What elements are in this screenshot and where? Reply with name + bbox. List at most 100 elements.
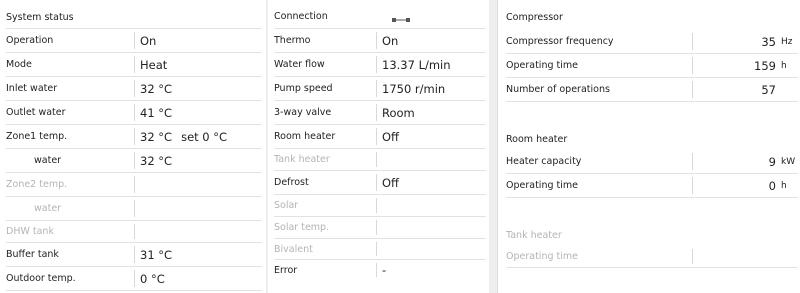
system-status-title: System status [6, 11, 74, 23]
row-label: Zone2 temp. [6, 179, 68, 190]
value-number: 35 [761, 34, 776, 49]
row-value: Off [376, 128, 399, 145]
row-label: Operating time [506, 60, 578, 71]
connection-plug-icon [392, 18, 410, 22]
row-label: Buffer tank [6, 249, 59, 260]
row-value [376, 220, 382, 235]
row-label: Room heater [274, 131, 336, 142]
tank-heater-title: Tank heater [506, 230, 562, 241]
operation-state-panel: Connection Thermo On Water flow 13.37 L/… [268, 0, 489, 293]
row-label: Operating time [506, 180, 578, 191]
state-row-room-heater: Room heater Off [274, 125, 486, 149]
row-value: 35 Hz [692, 33, 798, 50]
row-label: 3-way valve [274, 107, 332, 118]
status-row-mode: Mode Heat [6, 53, 262, 77]
row-label: water [34, 203, 62, 214]
compressor-row-operating-time: Operating time 159 h [506, 54, 798, 78]
status-row-operation: Operation On [6, 29, 262, 53]
status-row-zone1-water: water 32 °C [6, 149, 262, 173]
state-row-bivalent: Bivalent [274, 239, 486, 260]
row-value [134, 224, 140, 239]
row-label: water [34, 155, 62, 166]
row-value: - [376, 263, 386, 277]
system-status-panel: System status Operation On Mode Heat Inl… [0, 0, 266, 293]
value-number: 9 [768, 154, 776, 169]
tank-heater-row-operating-time: Operating time [506, 246, 798, 268]
state-row-pump-speed: Pump speed 1750 r/min [274, 77, 486, 101]
row-label: Error [274, 264, 298, 276]
row-label: Operating time [506, 251, 578, 262]
row-value: 159 h [692, 57, 798, 74]
row-value [692, 249, 798, 264]
row-label: Solar [274, 200, 299, 211]
state-row-defrost: Defrost Off [274, 171, 486, 195]
value-unit: h [781, 180, 787, 191]
compressor-row-number-of-operations: Number of operations 57 [506, 78, 798, 102]
row-value: 31 °C [134, 246, 172, 263]
status-row-zone1-temp: Zone1 temp. 32 °C set 0 °C [6, 125, 262, 149]
row-value [134, 176, 140, 193]
row-label: Thermo [274, 35, 311, 46]
row-value: 1750 r/min [376, 80, 445, 97]
row-label: Defrost [274, 177, 309, 188]
value-number: 57 [761, 82, 776, 97]
row-label: Heater capacity [506, 156, 582, 167]
row-label: Inlet water [6, 83, 58, 94]
row-value [376, 198, 382, 213]
zone1-temp-value: 32 °C [140, 129, 173, 144]
row-label: Tank heater [274, 154, 330, 165]
row-value: On [376, 32, 398, 49]
row-value: 9 kW [692, 153, 798, 170]
status-row-zone2-water: water [6, 197, 262, 221]
row-label: Number of operations [506, 84, 610, 95]
row-label: Zone1 temp. [6, 131, 68, 142]
status-row-outlet-water: Outlet water 41 °C [6, 101, 262, 125]
row-value: Room [376, 104, 415, 121]
value-unit: Hz [781, 36, 793, 47]
state-row-solar: Solar [274, 195, 486, 217]
value-unit: h [781, 60, 787, 71]
row-value: 57 [692, 81, 798, 98]
room-heater-title: Room heater [506, 134, 568, 145]
row-label: Water flow [274, 59, 325, 70]
status-row-outdoor-temp: Outdoor temp. 0 °C [6, 267, 262, 291]
row-value [376, 242, 382, 256]
row-value: Heat [134, 56, 167, 73]
status-row-zone2-temp: Zone2 temp. [6, 173, 262, 197]
row-label: Outlet water [6, 107, 66, 118]
state-row-tank-heater: Tank heater [274, 149, 486, 171]
room-heater-row-operating-time: Operating time 0 h [506, 174, 798, 198]
value-unit: kW [781, 156, 796, 167]
row-value: Off [376, 174, 399, 191]
connection-row: Connection [274, 5, 486, 29]
value-number: 159 [754, 58, 776, 73]
row-value: 0 °C [134, 270, 165, 287]
state-row-solar-temp: Solar temp. [274, 217, 486, 239]
row-label: Mode [6, 59, 32, 70]
status-row-inlet-water: Inlet water 32 °C [6, 77, 262, 101]
row-label: DHW tank [6, 226, 54, 237]
row-value [134, 200, 140, 217]
row-value: 13.37 L/min [376, 56, 451, 73]
system-status-header: System status [6, 6, 262, 29]
status-row-dhw-tank: DHW tank [6, 221, 262, 243]
compressor-panel: Compressor Compressor frequency 35 Hz Op… [497, 0, 800, 293]
state-row-3-way-valve: 3-way valve Room [274, 101, 486, 125]
connection-label: Connection [274, 11, 328, 22]
compressor-title: Compressor [506, 12, 563, 23]
row-label: Outdoor temp. [6, 273, 76, 284]
row-value: 0 h [692, 177, 798, 194]
row-value: On [134, 32, 156, 49]
status-row-buffer-tank: Buffer tank 31 °C [6, 243, 262, 267]
compressor-row-frequency: Compressor frequency 35 Hz [506, 30, 798, 54]
value-number: 0 [768, 178, 776, 193]
row-value [376, 152, 382, 167]
row-label: Solar temp. [274, 222, 330, 233]
row-value: 32 °C set 0 °C [134, 128, 227, 145]
row-label: Compressor frequency [506, 36, 614, 47]
row-value: 32 °C [134, 152, 172, 169]
zone1-setpoint: set 0 °C [181, 129, 228, 144]
row-value: 32 °C [134, 80, 172, 97]
row-label: Pump speed [274, 83, 333, 94]
state-row-error: Error - [274, 260, 486, 280]
